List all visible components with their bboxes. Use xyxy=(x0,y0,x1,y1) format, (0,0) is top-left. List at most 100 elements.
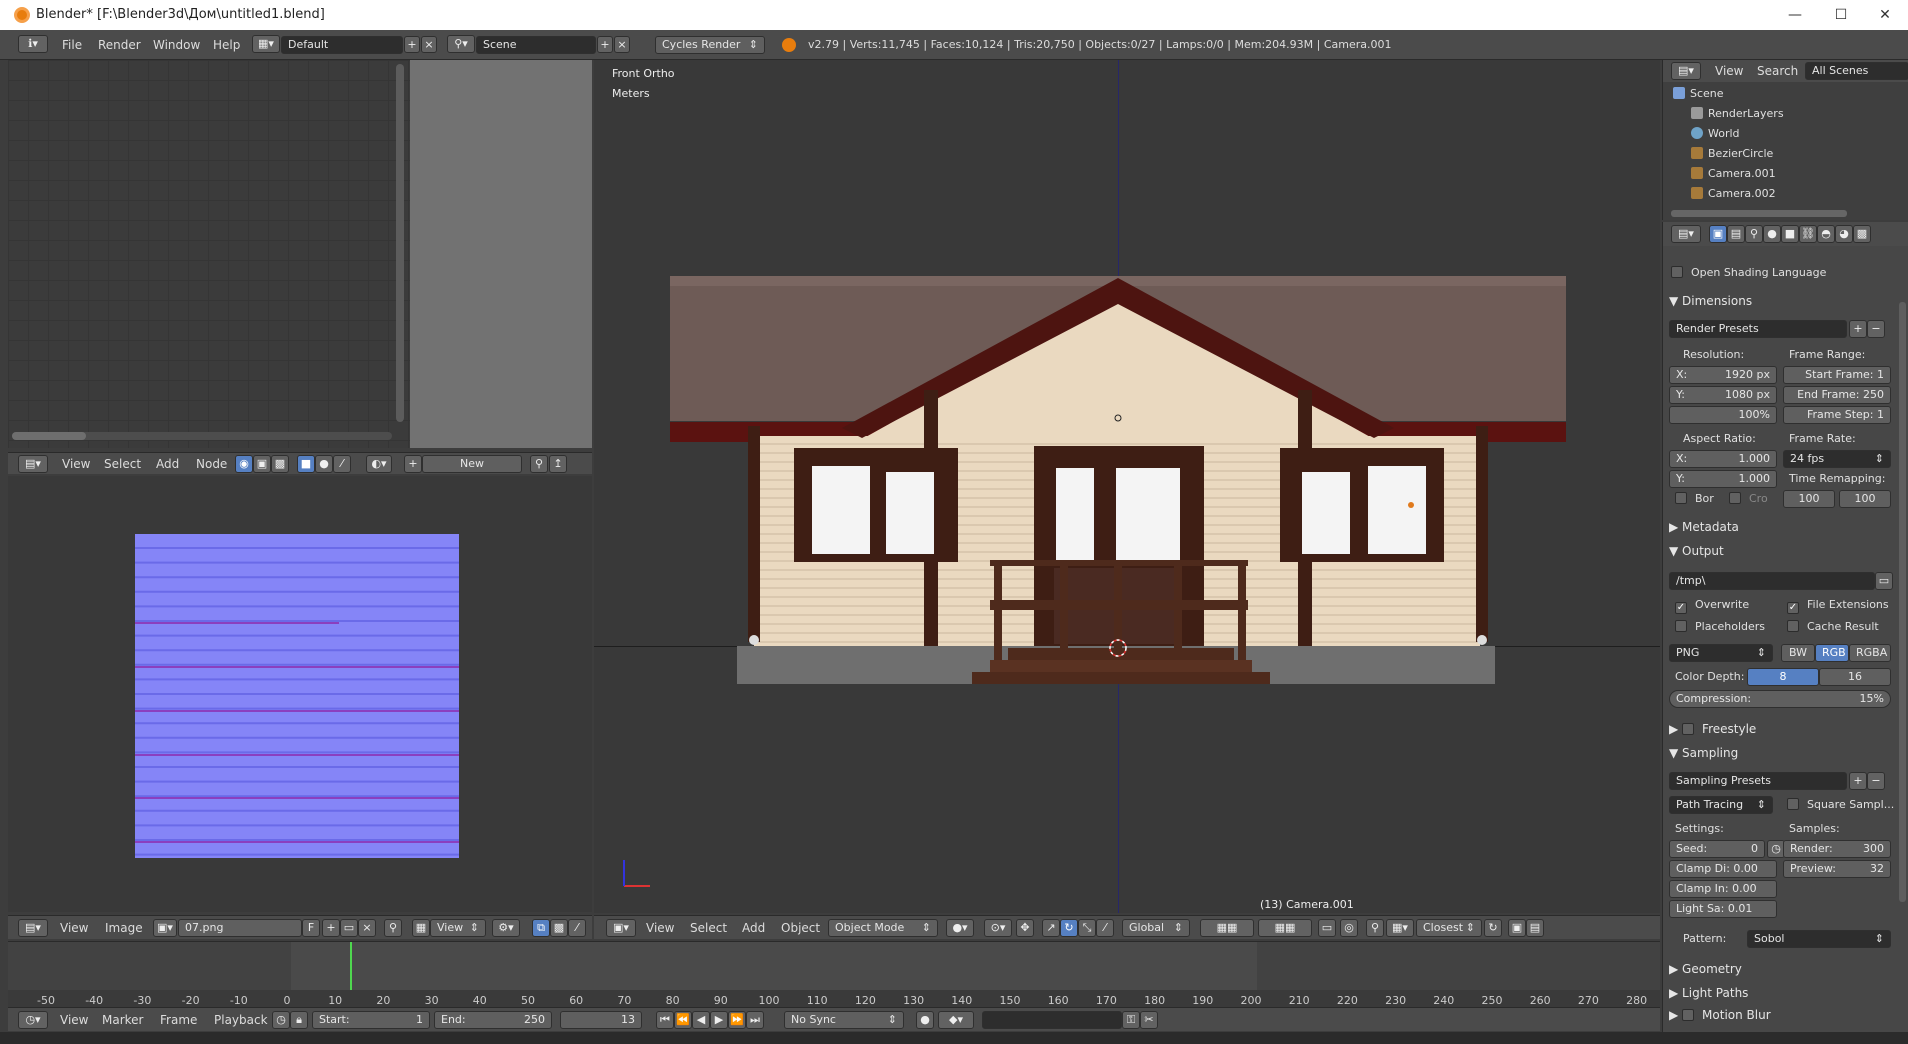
opengl-anim-icon[interactable]: ▤ xyxy=(1526,919,1544,937)
freestyle-panel-header[interactable]: ▶ Freestyle xyxy=(1669,718,1897,740)
preview-range-icon[interactable]: ◷ xyxy=(272,1011,290,1029)
transform-orientation-select[interactable]: Global ⇕ xyxy=(1122,919,1190,937)
play-reverse-icon[interactable]: ◀ xyxy=(692,1011,710,1029)
pattern-select[interactable]: Sobol ⇕ xyxy=(1747,930,1891,948)
sync-mode-select[interactable]: No Sync ⇕ xyxy=(784,1011,904,1029)
current-frame-indicator[interactable] xyxy=(350,942,352,990)
constraints-tab-icon[interactable]: ⛓ xyxy=(1799,225,1817,243)
maximize-button[interactable]: ☐ xyxy=(1818,0,1864,30)
sampling-panel-header[interactable]: ▼ Sampling xyxy=(1669,742,1897,764)
pivot-icon[interactable]: ⚙▾ xyxy=(492,919,520,937)
image-browse-icon[interactable]: ▣▾ xyxy=(153,919,177,937)
end-frame-prop[interactable]: End Frame: 250 xyxy=(1783,386,1891,404)
render-layers-tab-icon[interactable]: ▤ xyxy=(1727,225,1745,243)
scene-icon[interactable]: ⚲▾ xyxy=(447,35,475,53)
vp-menu-view[interactable]: View xyxy=(646,918,674,938)
record-icon[interactable]: ● xyxy=(916,1011,934,1029)
object-tab-icon[interactable]: ■ xyxy=(1781,225,1799,243)
manipulator-icon[interactable]: ✥ xyxy=(1016,919,1034,937)
image-editor-area[interactable] xyxy=(8,476,592,912)
viewport-shading-icon[interactable]: ●▾ xyxy=(946,919,974,937)
output-path-field[interactable]: /tmp\ xyxy=(1669,572,1875,590)
open-image-icon[interactable]: ▭ xyxy=(340,919,358,937)
layers-grid-icon[interactable]: ▦▦ xyxy=(1200,919,1254,937)
pin-icon[interactable]: ⚲ xyxy=(530,455,548,473)
resolution-y-field[interactable]: Y: 1080 px xyxy=(1669,386,1777,404)
snap-target-select[interactable]: Closest ⇕ xyxy=(1416,919,1482,937)
add-scene-icon[interactable]: + xyxy=(597,36,613,53)
outliner-scrollbar[interactable] xyxy=(1671,210,1847,217)
outliner-menu-search[interactable]: Search xyxy=(1757,61,1798,81)
start-frame-prop[interactable]: Start Frame: 1 xyxy=(1783,366,1891,384)
delete-keyframe-icon[interactable]: ✂ xyxy=(1140,1011,1158,1029)
outliner[interactable]: ▤▾ View Search All Scenes Scene RenderLa… xyxy=(1662,60,1908,220)
fake-user-button[interactable]: F xyxy=(302,919,320,937)
screen-layout-icon[interactable]: ▦▾ xyxy=(252,35,280,53)
texture-tab-icon[interactable]: ▩ xyxy=(1853,225,1871,243)
image-menu-image[interactable]: Image xyxy=(105,918,143,938)
interaction-mode-select[interactable]: Object Mode ⇕ xyxy=(828,919,938,937)
osl-checkbox[interactable]: Open Shading Language xyxy=(1671,266,1826,279)
node-menu-node[interactable]: Node xyxy=(196,454,227,474)
vp-menu-add[interactable]: Add xyxy=(742,918,765,938)
menu-help[interactable]: Help xyxy=(213,35,240,55)
remap-old-field[interactable]: 100 xyxy=(1783,490,1835,508)
minimize-button[interactable]: — xyxy=(1772,0,1818,30)
tl-menu-playback[interactable]: Playback xyxy=(214,1010,268,1030)
sampling-presets-select[interactable]: Sampling Presets xyxy=(1669,772,1847,790)
remove-scene-icon[interactable]: × xyxy=(614,36,630,53)
menu-window[interactable]: Window xyxy=(153,35,200,55)
snap-element-icon[interactable]: ▦▾ xyxy=(1386,919,1414,937)
vp-menu-select[interactable]: Select xyxy=(690,918,727,938)
outliner-item[interactable]: World xyxy=(1691,125,1740,143)
new-material-button[interactable]: New xyxy=(422,455,522,473)
seed-field[interactable]: Seed: 0 xyxy=(1669,840,1765,858)
shader-tree-icon[interactable]: ◉ xyxy=(235,455,253,473)
editor-type-node-icon[interactable]: ▤▾ xyxy=(18,455,48,473)
compression-slider[interactable]: Compression: 15% xyxy=(1669,690,1891,708)
scene-field[interactable]: Scene xyxy=(476,36,596,54)
square-samples-checkbox[interactable]: Square Sampl... xyxy=(1787,798,1894,811)
editor-type-properties-icon[interactable]: ▤▾ xyxy=(1671,225,1701,243)
new-image-icon[interactable]: + xyxy=(322,919,340,937)
end-frame-field[interactable]: End: 250 xyxy=(434,1011,552,1029)
render-samples-field[interactable]: Render: 300 xyxy=(1783,840,1891,858)
add-sampling-preset-icon[interactable]: + xyxy=(1849,772,1867,790)
border-checkbox[interactable]: Bor xyxy=(1675,492,1714,505)
node-menu-add[interactable]: Add xyxy=(156,454,179,474)
outliner-filter-select[interactable]: All Scenes xyxy=(1805,62,1908,80)
uv-sync-icon[interactable]: ⧉ xyxy=(532,919,550,937)
depth-16-button[interactable]: 16 xyxy=(1819,668,1891,686)
node-menu-view[interactable]: View xyxy=(62,454,90,474)
rotate-manipulator-icon[interactable]: ↻ xyxy=(1060,919,1078,937)
geometry-panel-header[interactable]: ▶ Geometry xyxy=(1669,958,1897,980)
view-mode-icon[interactable]: ▦ xyxy=(412,919,430,937)
start-frame-field[interactable]: Start: 1 xyxy=(312,1011,430,1029)
lock-range-icon[interactable]: 🔒︎ xyxy=(290,1011,308,1029)
unlink-image-icon[interactable]: × xyxy=(358,919,376,937)
outliner-menu-view[interactable]: View xyxy=(1715,61,1743,81)
insert-keyframe-icon[interactable]: ⚿ xyxy=(1122,1011,1140,1029)
node-menu-select[interactable]: Select xyxy=(104,454,141,474)
editor-type-timeline-icon[interactable]: ◷▾ xyxy=(18,1011,48,1029)
compositing-tree-icon[interactable]: ▣ xyxy=(253,455,271,473)
outliner-item[interactable]: Scene xyxy=(1673,85,1724,103)
editor-type-outliner-icon[interactable]: ▤▾ xyxy=(1671,62,1701,80)
integrator-select[interactable]: Path Tracing ⇕ xyxy=(1669,796,1773,814)
placeholders-checkbox[interactable]: Placeholders xyxy=(1675,620,1765,633)
proportional-edit-icon[interactable]: ◎ xyxy=(1340,919,1358,937)
editor-type-image-icon[interactable]: ▤▾ xyxy=(18,919,48,937)
lock-camera-icon[interactable]: ▭ xyxy=(1318,919,1336,937)
resolution-x-field[interactable]: X: 1920 px xyxy=(1669,366,1777,384)
new-material-plus-icon[interactable]: + xyxy=(404,455,422,473)
light-sampling-threshold-field[interactable]: Light Sa: 0.01 xyxy=(1669,900,1777,918)
snap-align-icon[interactable]: ↻ xyxy=(1484,919,1502,937)
overwrite-checkbox[interactable]: ✓ Overwrite xyxy=(1675,598,1749,614)
snap-toggle-icon[interactable]: ⚲ xyxy=(1366,919,1384,937)
outliner-item[interactable]: Camera.002 xyxy=(1691,185,1776,203)
render-engine-select[interactable]: Cycles Render ⇕ xyxy=(655,36,765,54)
current-frame-field[interactable]: 13 xyxy=(560,1011,642,1029)
texture-tree-icon[interactable]: ▩ xyxy=(271,455,289,473)
remove-sampling-preset-icon[interactable]: − xyxy=(1867,772,1885,790)
uv-select-mode-icon[interactable]: ▩ xyxy=(550,919,568,937)
